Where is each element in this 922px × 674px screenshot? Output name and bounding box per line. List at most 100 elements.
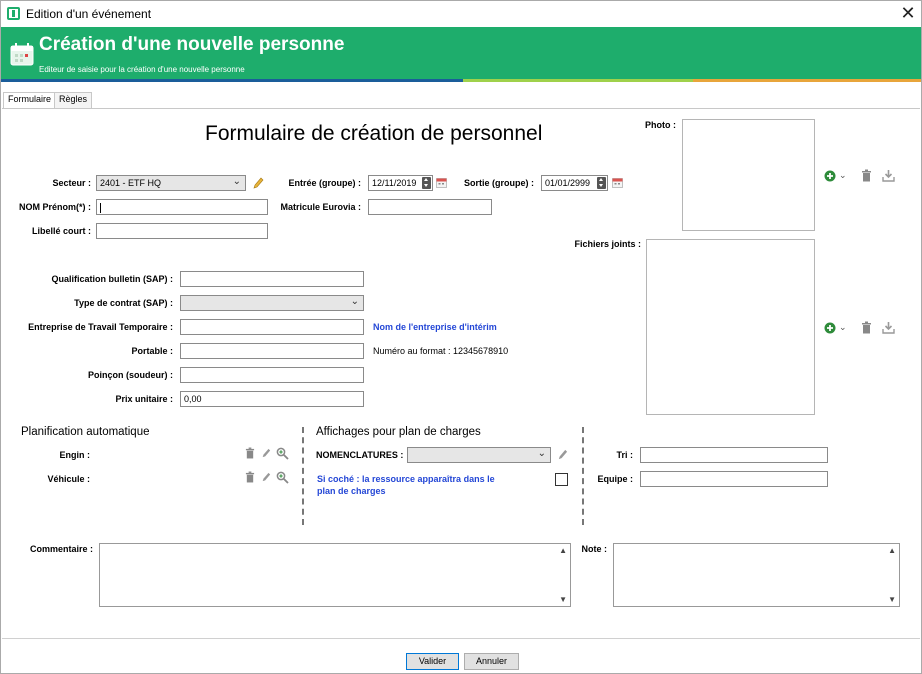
scroll-down-icon[interactable]: ▼ (888, 595, 896, 604)
secteur-value: 2401 - ETF HQ (100, 178, 162, 188)
chevron-down-icon[interactable]: ⌄ (839, 320, 847, 334)
portable-input[interactable] (180, 343, 364, 359)
libelle-label: Libellé court : (31, 226, 91, 236)
tri-input[interactable] (640, 447, 828, 463)
banner-subtitle: Editeur de saisie pour la création d'une… (39, 65, 245, 74)
equipe-input[interactable] (640, 471, 828, 487)
note-textarea[interactable]: ▲ ▼ (613, 543, 900, 607)
prix-unitaire-input[interactable]: 0,00 (180, 391, 364, 407)
form-title: Formulaire de création de personnel (205, 122, 543, 145)
nom-label: NOM Prénom(*) : (19, 202, 91, 212)
plan-charges-checkbox[interactable] (555, 473, 568, 486)
sortie-date-value: 01/01/2999 (545, 178, 591, 188)
poincon-label: Poinçon (soudeur) : (88, 370, 173, 380)
equipe-label: Equipe : (597, 474, 634, 484)
close-icon[interactable]: ✕ (898, 3, 918, 23)
engin-tools (245, 447, 293, 461)
sortie-date-input[interactable]: 01/01/2999 (541, 175, 608, 191)
ett-input[interactable] (180, 319, 364, 335)
nom-prenom-input[interactable] (96, 199, 268, 215)
tab-formulaire[interactable]: Formulaire (3, 92, 57, 109)
scroll-down-icon[interactable]: ▼ (559, 595, 567, 604)
pencil-icon[interactable] (261, 447, 271, 459)
entree-date-input[interactable]: 12/11/2019 (368, 175, 433, 191)
chevron-down-icon: ⌄ (232, 176, 241, 187)
vehicule-tools (245, 471, 293, 485)
pencil-icon[interactable] (261, 471, 271, 483)
entree-label: Entrée (groupe) : (288, 178, 361, 188)
fichiers-label: Fichiers joints : (574, 239, 641, 249)
download-icon[interactable] (882, 169, 895, 182)
prix-label: Prix unitaire : (115, 394, 173, 404)
header-banner: Création d'une nouvelle personne Editeur… (1, 27, 921, 79)
qualification-label: Qualification bulletin (SAP) : (51, 274, 174, 284)
matricule-label: Matricule Eurovia : (280, 202, 361, 212)
photo-toolbar: ⌄ (824, 169, 904, 183)
fichiers-toolbar: ⌄ (824, 321, 904, 335)
photo-label: Photo : (645, 120, 676, 130)
trash-icon[interactable] (245, 471, 255, 483)
vehicule-label: Véhicule : (47, 474, 90, 484)
trash-icon[interactable] (861, 321, 872, 334)
nomenclatures-label: NOMENCLATURES : (316, 450, 404, 460)
note-label: Note : (581, 544, 608, 554)
search-icon[interactable] (276, 447, 289, 460)
banner-title: Création d'une nouvelle personne (39, 34, 345, 55)
pencil-icon[interactable] (252, 176, 264, 190)
section-divider (582, 427, 584, 525)
search-icon[interactable] (276, 471, 289, 484)
annuler-button[interactable]: Annuler (464, 653, 519, 670)
trash-icon[interactable] (861, 169, 872, 182)
accent-bar (463, 79, 693, 82)
sortie-label: Sortie (groupe) : (464, 178, 534, 188)
app-icon (7, 7, 20, 20)
title-bar: Edition d'un événement ✕ (1, 1, 921, 27)
tri-label: Tri : (616, 450, 633, 460)
ett-label: Entreprise de Travail Temporaire : (28, 322, 173, 332)
fichiers-box[interactable] (646, 239, 815, 415)
ett-hint: Nom de l'entreprise d'intérim (373, 322, 497, 332)
calendar-icon (10, 43, 34, 66)
contrat-select[interactable]: ⌄ (180, 295, 364, 311)
add-icon[interactable] (824, 170, 836, 182)
nomenclatures-select[interactable]: ⌄ (407, 447, 551, 463)
chevron-down-icon: ⌄ (350, 296, 359, 307)
portable-hint: Numéro au format : 12345678910 (373, 346, 509, 356)
planification-title: Planification automatique (21, 426, 150, 438)
spinner-icon[interactable] (597, 177, 606, 189)
spinner-icon[interactable] (422, 177, 431, 189)
secteur-label: Secteur : (52, 178, 91, 188)
accent-bar (693, 79, 921, 82)
secteur-select[interactable]: 2401 - ETF HQ ⌄ (96, 175, 246, 191)
chevron-down-icon: ⌄ (537, 448, 546, 459)
commentaire-label: Commentaire : (29, 544, 93, 554)
scroll-up-icon[interactable]: ▲ (559, 546, 567, 555)
pencil-icon[interactable] (557, 448, 568, 461)
accent-bar (1, 79, 463, 82)
libelle-input[interactable] (96, 223, 268, 239)
chevron-down-icon[interactable]: ⌄ (839, 168, 847, 182)
affichages-title: Affichages pour plan de charges (316, 426, 481, 438)
contrat-label: Type de contrat (SAP) : (74, 298, 173, 308)
add-icon[interactable] (824, 322, 836, 334)
trash-icon[interactable] (245, 447, 255, 459)
qualification-input[interactable] (180, 271, 364, 287)
plan-charges-note-line1: Si coché : la ressource apparaîtra dans … (317, 474, 495, 484)
engin-label: Engin : (59, 450, 91, 460)
commentaire-textarea[interactable]: ▲ ▼ (99, 543, 571, 607)
photo-box[interactable] (682, 119, 815, 231)
section-divider (302, 427, 304, 525)
window-title: Edition d'un événement (26, 7, 152, 21)
scroll-up-icon[interactable]: ▲ (888, 546, 896, 555)
calendar-picker-icon[interactable] (436, 177, 447, 188)
tab-regles[interactable]: Règles (54, 92, 93, 108)
plan-charges-note-line2: plan de charges (317, 486, 386, 496)
matricule-input[interactable] (368, 199, 492, 215)
poincon-input[interactable] (180, 367, 364, 383)
entree-date-value: 12/11/2019 (372, 178, 417, 188)
download-icon[interactable] (882, 321, 895, 334)
footer-divider (2, 638, 920, 639)
valider-button[interactable]: Valider (406, 653, 459, 670)
text-cursor (100, 202, 101, 213)
calendar-picker-icon[interactable] (612, 177, 623, 188)
